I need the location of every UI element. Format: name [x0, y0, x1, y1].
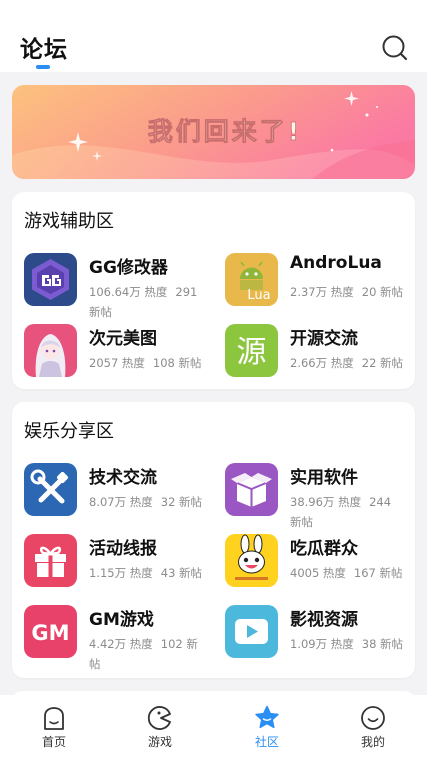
search-button[interactable]: [380, 33, 410, 63]
board-stats: 38.96万 热度 244 新帖: [290, 492, 405, 532]
box-icon: [225, 463, 278, 516]
title-underline: [36, 65, 50, 69]
board-stats: 1.15万 热度 43 新帖: [89, 563, 204, 583]
play-icon: [225, 605, 278, 658]
androlua-icon: Lua: [225, 253, 278, 306]
gm-icon: GM: [24, 605, 77, 658]
board-androlua[interactable]: Lua AndroLua 2.37万 热度 20 新帖: [225, 253, 415, 313]
board-name: 实用软件: [290, 468, 358, 488]
board-stats: 106.64万 热度 291 新帖: [89, 282, 204, 322]
board-posts: 20 新帖: [361, 285, 404, 299]
tab-home[interactable]: 首页: [14, 695, 94, 759]
anime-girl-icon: [24, 324, 77, 377]
board-posts: 108 新帖: [152, 356, 202, 370]
tab-label: 我的: [360, 735, 385, 749]
tab-label: 游戏: [147, 735, 172, 749]
banner-text: 我们回来了!: [148, 117, 302, 146]
board-heat: 1.09万 热度: [290, 637, 354, 651]
board-name: AndroLua: [290, 253, 382, 273]
tab-label: 首页: [41, 735, 66, 749]
board-video[interactable]: 影视资源 1.09万 热度 38 新帖: [225, 605, 415, 665]
board-heat: 38.96万 热度: [290, 495, 362, 509]
board-stats: 2.37万 热度 20 新帖: [290, 282, 405, 302]
board-gg-modifier[interactable]: GG修改器 106.64万 热度 291 新帖: [24, 253, 214, 319]
board-posts: 43 新帖: [160, 566, 203, 580]
top-bar: 论坛: [0, 0, 427, 72]
board-heat: 8.07万 热度: [89, 495, 153, 509]
board-tech-exchange[interactable]: 技术交流 8.07万 热度 32 新帖: [24, 463, 214, 523]
page-title: 论坛: [20, 37, 68, 63]
tab-game[interactable]: 游戏: [120, 695, 200, 759]
board-stats: 2057 热度 108 新帖: [89, 353, 204, 373]
board-posts: 32 新帖: [160, 495, 203, 509]
board-name: 吃瓜群众: [290, 539, 358, 559]
board-heat: 2.66万 热度: [290, 356, 354, 370]
section-title: 游戏辅助区: [24, 211, 114, 232]
rabbit-mascot-icon: [225, 534, 278, 587]
board-stats: 4005 热度 167 新帖: [290, 563, 405, 583]
section-game-assist: 游戏辅助区 GG修改器 106.64万 热度 291 新帖 Lua AndroL…: [12, 192, 415, 389]
board-name: 开源交流: [290, 329, 358, 349]
community-star-icon: [255, 705, 279, 729]
board-stats: 2.66万 热度 22 新帖: [290, 353, 405, 373]
profile-icon: [361, 706, 385, 730]
game-icon: [147, 706, 171, 730]
board-useful-software[interactable]: 实用软件 38.96万 热度 244 新帖: [225, 463, 415, 529]
tools-icon: [24, 463, 77, 516]
banner[interactable]: 我们回来了!: [12, 85, 415, 179]
board-stats: 8.07万 热度 32 新帖: [89, 492, 204, 512]
board-events[interactable]: 活动线报 1.15万 热度 43 新帖: [24, 534, 214, 594]
tab-label: 社区: [254, 735, 279, 749]
board-name: GM游戏: [89, 610, 154, 630]
gift-icon: [24, 534, 77, 587]
board-heat: 1.15万 热度: [89, 566, 153, 580]
yuan-text: 源: [237, 335, 267, 370]
board-heat: 4.42万 热度: [89, 637, 153, 651]
board-gm-games[interactable]: GM GM游戏 4.42万 热度 102 新帖: [24, 605, 214, 671]
board-heat: 2.37万 热度: [290, 285, 354, 299]
board-name: 影视资源: [290, 610, 358, 630]
board-stats: 1.09万 热度 38 新帖: [290, 634, 405, 654]
section-title: 娱乐分享区: [24, 421, 114, 442]
home-icon: [44, 707, 64, 730]
gm-text: GM: [31, 621, 69, 645]
board-posts: 38 新帖: [361, 637, 404, 651]
board-gossip[interactable]: 吃瓜群众 4005 热度 167 新帖: [225, 534, 415, 594]
board-heat: 4005 热度: [290, 566, 346, 580]
tab-community[interactable]: 社区: [227, 695, 307, 759]
search-icon: [382, 35, 408, 61]
board-anime-art[interactable]: 次元美图 2057 热度 108 新帖: [24, 324, 214, 384]
board-posts: 167 新帖: [353, 566, 403, 580]
board-name: GG修改器: [89, 258, 168, 278]
board-name: 技术交流: [89, 468, 157, 488]
board-name: 活动线报: [89, 539, 157, 559]
gg-modifier-icon: [24, 253, 77, 306]
board-open-source[interactable]: 源 开源交流 2.66万 热度 22 新帖: [225, 324, 415, 384]
board-heat: 106.64万 热度: [89, 285, 168, 299]
tab-profile[interactable]: 我的: [333, 695, 413, 759]
board-heat: 2057 热度: [89, 356, 145, 370]
section-entertainment: 娱乐分享区 技术交流 8.07万 热度 32 新帖 实用软件 38.96万 热度…: [12, 402, 415, 678]
lua-text: Lua: [247, 288, 270, 303]
board-name: 次元美图: [89, 329, 157, 349]
open-source-icon: 源: [225, 324, 278, 377]
board-stats: 4.42万 热度 102 新帖: [89, 634, 204, 674]
board-posts: 22 新帖: [361, 356, 404, 370]
bottom-tab-bar: 首页 游戏 社区 我的: [0, 695, 427, 759]
